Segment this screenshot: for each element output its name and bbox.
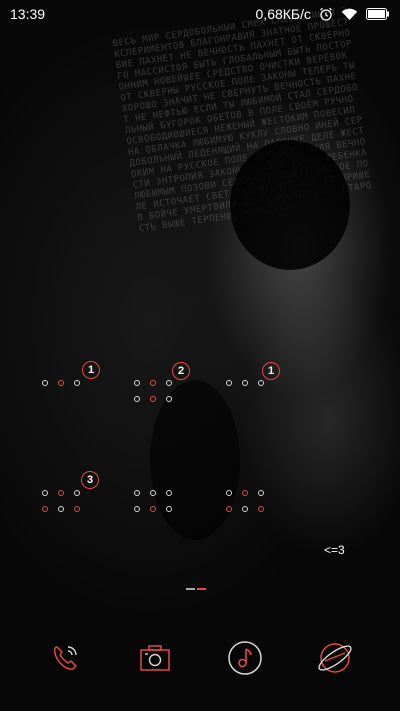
folder-badge: 2 — [172, 362, 190, 380]
status-time: 13:39 — [10, 6, 46, 22]
app-icon-dot — [258, 380, 264, 386]
app-folder-1[interactable] — [42, 376, 98, 416]
app-icon-dot — [242, 506, 248, 512]
text-widget[interactable]: <=3 — [324, 543, 345, 557]
app-icon-dot — [134, 396, 140, 402]
wallpaper-eye-shadow — [230, 140, 350, 270]
app-icon-dot — [134, 506, 140, 512]
app-icon-dot — [258, 490, 264, 496]
dock — [0, 628, 400, 688]
status-bar: 13:39 0,68КБ/с — [0, 0, 400, 28]
browser-icon[interactable] — [313, 636, 357, 680]
app-icon-dot — [226, 506, 232, 512]
network-speed: 0,68КБ/с — [255, 6, 311, 22]
app-icon-dot — [242, 380, 248, 386]
status-right: 0,68КБ/с — [256, 6, 390, 22]
page-dot — [186, 588, 195, 590]
app-folder-2[interactable] — [134, 376, 190, 416]
page-indicator — [186, 588, 216, 591]
folder-badge: 3 — [81, 471, 99, 489]
battery-icon — [366, 8, 390, 20]
music-icon[interactable] — [223, 636, 267, 680]
page-dot-active — [197, 588, 206, 590]
app-icon-dot — [258, 506, 264, 512]
app-icon-dot — [166, 490, 172, 496]
app-icon-dot — [134, 490, 140, 496]
app-folder-3[interactable] — [226, 376, 282, 416]
app-icon-dot — [58, 380, 64, 386]
app-icon-dot — [42, 490, 48, 496]
app-icon-dot — [58, 490, 64, 496]
app-icon-dot — [74, 380, 80, 386]
folder-badge: 1 — [82, 361, 100, 379]
app-icon-dot — [42, 380, 48, 386]
app-icon-dot — [150, 506, 156, 512]
app-folder-5[interactable] — [134, 486, 190, 526]
app-icon-dot — [226, 490, 232, 496]
wallpaper: ВЕСЬ МИР СЕРДОБОЛЬНЫЙ СМЕХ СЛОВНО ИНЕЙ Э… — [0, 0, 400, 711]
phone-icon[interactable] — [43, 636, 87, 680]
alarm-icon — [319, 7, 333, 21]
app-icon-dot — [58, 506, 64, 512]
app-icon-dot — [74, 506, 80, 512]
app-icon-dot — [42, 506, 48, 512]
app-folder-6[interactable] — [226, 486, 282, 526]
app-icon-dot — [242, 490, 248, 496]
wifi-icon — [341, 8, 358, 21]
app-icon-dot — [134, 380, 140, 386]
app-icon-dot — [166, 506, 172, 512]
app-icon-dot — [74, 490, 80, 496]
app-icon-dot — [166, 396, 172, 402]
app-icon-dot — [150, 380, 156, 386]
folder-badge: 1 — [262, 362, 280, 380]
app-folder-4[interactable] — [42, 486, 98, 526]
app-icon-dot — [226, 380, 232, 386]
app-icon-dot — [150, 396, 156, 402]
camera-icon[interactable] — [133, 636, 177, 680]
app-icon-dot — [166, 380, 172, 386]
app-icon-dot — [150, 490, 156, 496]
